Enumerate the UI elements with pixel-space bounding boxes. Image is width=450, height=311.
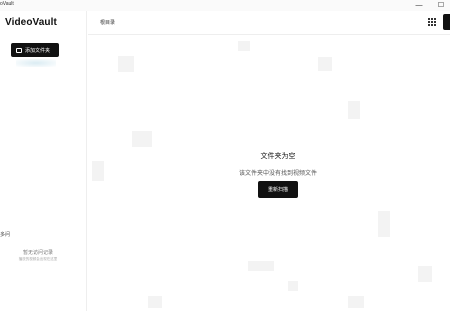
empty-state-description: 该文件夹中没有找到视频文件 (238, 171, 317, 177)
background-tile (318, 57, 332, 71)
add-folder-button[interactable]: 添加文件夹 (11, 43, 59, 57)
breadcrumb[interactable]: 根目录 (100, 19, 115, 26)
decorative-glow (16, 59, 56, 67)
background-tile (348, 296, 364, 308)
header-action-button[interactable] (443, 14, 450, 30)
app-title: VideoVault (5, 17, 57, 28)
grid-view-icon[interactable] (428, 18, 436, 26)
folder-icon (16, 47, 22, 53)
maximize-button[interactable]: ☐ (436, 1, 446, 10)
minimize-button[interactable]: — (414, 1, 424, 10)
main-content: 根目录 文件夹为空 该文件夹中没有找到视频文件 重新扫描 (88, 11, 450, 311)
background-tile (238, 41, 250, 51)
background-tile (348, 101, 360, 119)
rescan-button[interactable]: 重新扫描 (258, 181, 298, 198)
background-tile (378, 211, 390, 237)
background-tile (132, 131, 152, 147)
background-tile (118, 56, 134, 72)
background-tile (418, 266, 432, 282)
main-header: 根目录 (88, 11, 450, 35)
empty-state-title: 文件夹为空 (260, 153, 296, 160)
window-titlebar: oVault — ☐ (0, 0, 450, 11)
background-tile (148, 296, 162, 308)
background-tile (248, 261, 274, 271)
background-tile (288, 281, 298, 291)
recent-empty-title: 暂无访问记录 (22, 250, 53, 256)
add-folder-label: 添加文件夹 (25, 47, 51, 54)
recent-empty-subtitle: 播放的视频会出现在这里 (18, 257, 58, 261)
sidebar-collapse-toggle[interactable]: 多问 (0, 231, 10, 238)
sidebar: VideoVault 添加文件夹 多问 暂无访问记录 播放的视频会出现在这里 (0, 11, 87, 311)
window-title: oVault (0, 1, 14, 7)
